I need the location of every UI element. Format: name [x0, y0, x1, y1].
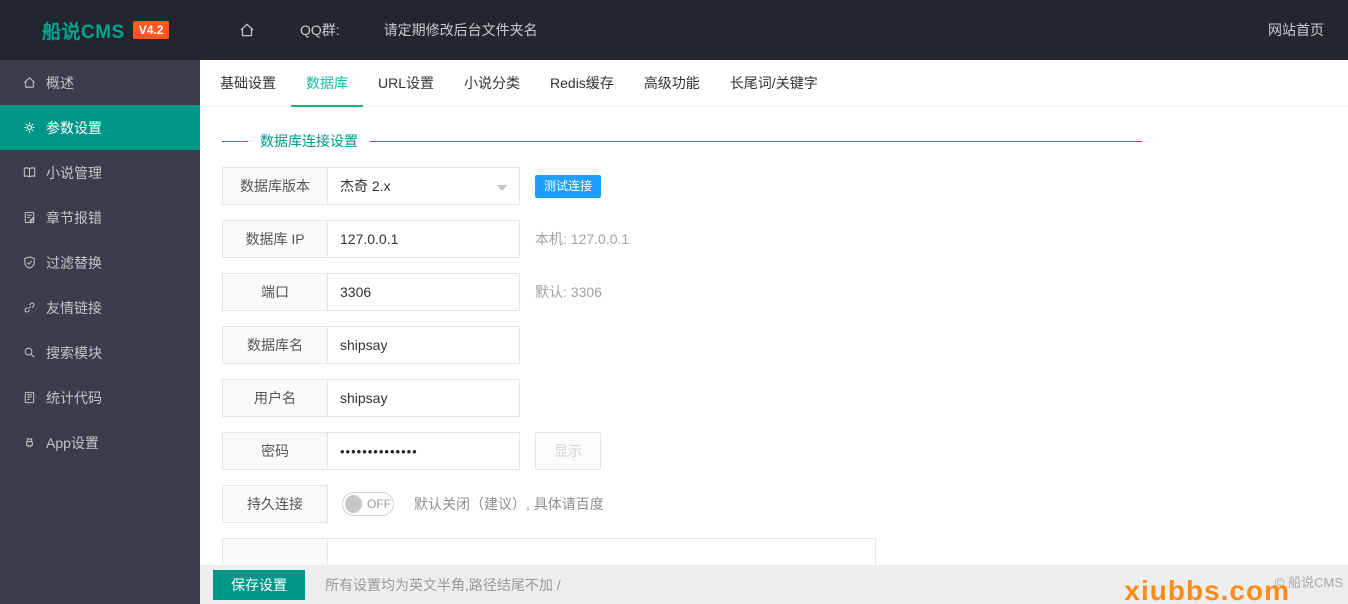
tab-novel-category[interactable]: 小说分类: [449, 60, 535, 106]
link-icon: [22, 300, 37, 315]
chevron-down-icon: [497, 185, 507, 191]
book-icon: [22, 165, 37, 180]
sidebar: 概述 参数设置 小说管理 章节报错 过滤替换 友情链接 搜索模块 统计代码 Ap…: [0, 60, 200, 604]
header-notice: 请定期修改后台文件夹名: [383, 22, 538, 38]
section-rule: [370, 140, 1142, 142]
username-label: 用户名: [222, 379, 328, 417]
db-version-label: 数据库版本: [222, 167, 328, 205]
version-badge: V4.2: [132, 21, 170, 39]
show-password-button[interactable]: 显示: [535, 432, 601, 470]
shield-check-icon: [22, 255, 37, 270]
app-window: 船说CMS V4.2 QQ群: 请定期修改后台文件夹名 网站首页 概述 参数设置: [0, 0, 1348, 604]
password-input[interactable]: ••••••••••••••: [328, 432, 520, 470]
username-input[interactable]: [328, 379, 520, 417]
db-ip-input[interactable]: [328, 220, 520, 258]
form-row-password: 密码 •••••••••••••• 显示: [222, 432, 1348, 470]
qq-group-label: QQ群:: [300, 22, 340, 38]
form-row-persistent-connection: 持久连接 OFF 默认关闭（建议）, 具体请百度: [222, 485, 1348, 523]
footer-hint: 所有设置均为英文半角,路径结尾不加 /: [325, 576, 561, 593]
watermark-text: xiubbs.com: [1124, 575, 1290, 604]
password-label: 密码: [222, 432, 328, 470]
sidebar-item-parameters[interactable]: 参数设置: [0, 105, 200, 150]
form-row-port: 端口 默认: 3306: [222, 273, 1348, 311]
sidebar-item-filter-replace[interactable]: 过滤替换: [0, 240, 200, 285]
sidebar-item-app-settings[interactable]: App设置: [0, 420, 200, 465]
db-ip-label: 数据库 IP: [222, 220, 328, 258]
form-row-db-name: 数据库名: [222, 326, 1348, 364]
section-title: 数据库连接设置: [260, 133, 358, 149]
tab-database[interactable]: 数据库: [291, 60, 363, 107]
db-name-label: 数据库名: [222, 326, 328, 364]
sidebar-item-friend-links[interactable]: 友情链接: [0, 285, 200, 330]
sidebar-item-label: 搜索模块: [46, 344, 102, 361]
tab-advanced[interactable]: 高级功能: [629, 60, 715, 106]
port-label: 端口: [222, 273, 328, 311]
sidebar-item-label: 过滤替换: [46, 254, 102, 271]
tab-redis-cache[interactable]: Redis缓存: [535, 60, 629, 106]
android-icon: [22, 435, 37, 450]
tab-url-settings[interactable]: URL设置: [363, 60, 449, 106]
settings-tabbar: 基础设置 数据库 URL设置 小说分类 Redis缓存 高级功能 长尾词/关键字: [200, 60, 1348, 107]
sidebar-item-search-module[interactable]: 搜索模块: [0, 330, 200, 375]
home-icon: [22, 75, 37, 90]
sidebar-item-label: 参数设置: [46, 119, 102, 136]
sidebar-item-novel-manage[interactable]: 小说管理: [0, 150, 200, 195]
footer-bar: 保存设置 所有设置均为英文半角,路径结尾不加 / © 船说CMS xiubbs.…: [200, 565, 1348, 604]
save-settings-button[interactable]: 保存设置: [213, 569, 305, 600]
port-input[interactable]: [328, 273, 520, 311]
test-connection-button[interactable]: 测试连接: [535, 174, 602, 198]
header-home-icon[interactable]: [238, 21, 256, 39]
sidebar-item-label: 章节报错: [46, 209, 102, 226]
persistent-connection-hint: 默认关闭（建议）, 具体请百度: [414, 496, 604, 512]
form-row-db-ip: 数据库 IP 本机: 127.0.0.1: [222, 220, 1348, 258]
port-hint: 默认: 3306: [535, 284, 602, 300]
toggle-knob-icon: [345, 495, 362, 513]
sidebar-item-label: App设置: [46, 434, 99, 451]
sidebar-item-overview[interactable]: 概述: [0, 60, 200, 105]
report-icon: [22, 210, 37, 225]
logo-area: 船说CMS V4.2: [0, 17, 200, 44]
persistent-connection-label: 持久连接: [222, 485, 328, 523]
form-row-username: 用户名: [222, 379, 1348, 417]
tab-basic-settings[interactable]: 基础设置: [205, 60, 291, 106]
stats-code-icon: [22, 390, 37, 405]
main-content: 基础设置 数据库 URL设置 小说分类 Redis缓存 高级功能 长尾词/关键字…: [200, 60, 1348, 604]
sidebar-item-label: 友情链接: [46, 299, 102, 316]
db-name-input[interactable]: [328, 326, 520, 364]
db-connection-form: 数据库版本 杰奇 2.x 测试连接 数据库 IP 本机: 127.0.0.1 端…: [222, 167, 1348, 576]
sidebar-item-chapter-errors[interactable]: 章节报错: [0, 195, 200, 240]
sidebar-item-stats-code[interactable]: 统计代码: [0, 375, 200, 420]
form-row-db-version: 数据库版本 杰奇 2.x 测试连接: [222, 167, 1348, 205]
tab-longtail-keywords[interactable]: 长尾词/关键字: [715, 60, 833, 106]
sidebar-item-label: 统计代码: [46, 389, 102, 406]
top-header: 船说CMS V4.2 QQ群: 请定期修改后台文件夹名 网站首页: [0, 0, 1348, 60]
section-header: 数据库连接设置: [222, 131, 1142, 151]
section-dash: [222, 140, 248, 142]
persistent-connection-toggle[interactable]: OFF: [342, 492, 394, 516]
db-version-value: 杰奇 2.x: [340, 178, 391, 194]
db-ip-hint: 本机: 127.0.0.1: [535, 231, 630, 247]
password-dots: ••••••••••••••: [340, 443, 418, 459]
search-icon: [22, 345, 37, 360]
gear-icon: [22, 120, 37, 135]
sidebar-item-label: 小说管理: [46, 164, 102, 181]
app-logo: 船说CMS: [42, 21, 125, 43]
sidebar-item-label: 概述: [46, 74, 74, 91]
db-version-select[interactable]: 杰奇 2.x: [328, 167, 520, 205]
toggle-state-text: OFF: [367, 497, 391, 511]
site-home-link[interactable]: 网站首页: [1268, 20, 1324, 40]
